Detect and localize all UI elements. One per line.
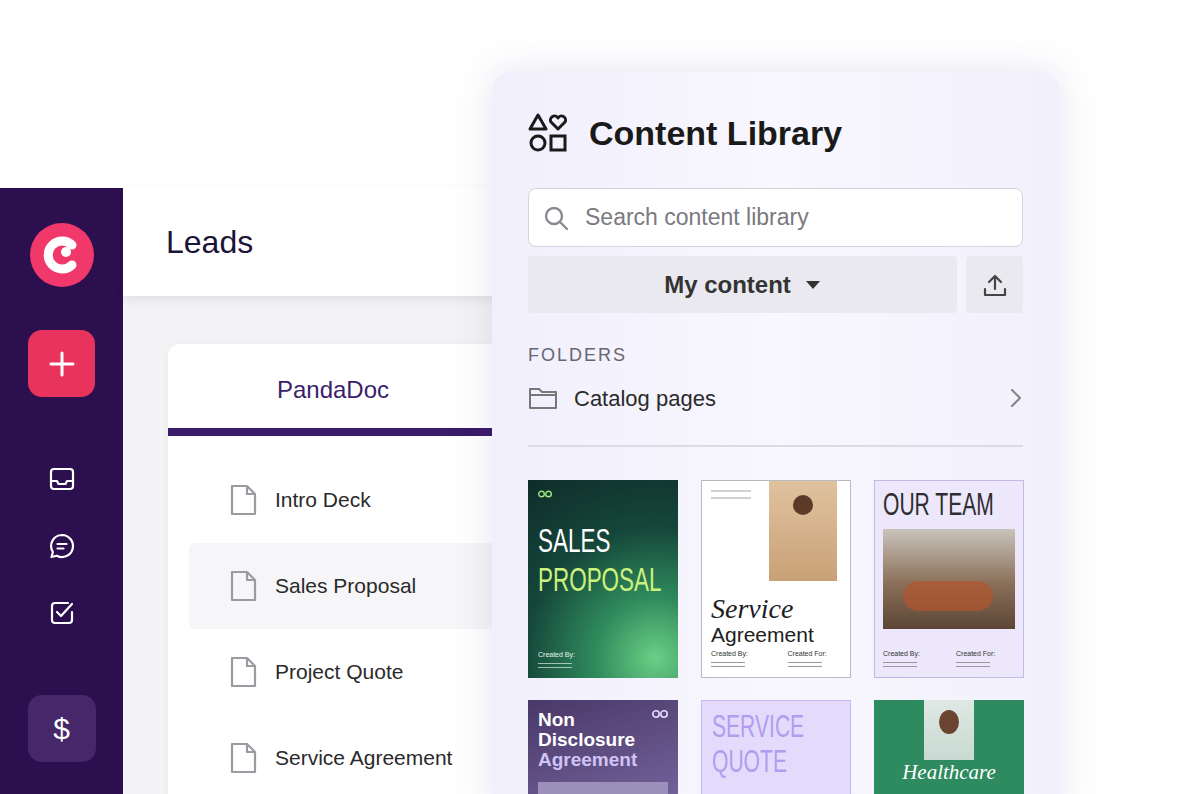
footer-label: Created By: (883, 650, 920, 657)
template-title: NonDisclosureAgreement (538, 710, 668, 770)
footer-field: Created By: (883, 650, 942, 667)
folders-heading: FOLDERS (528, 346, 1023, 364)
template-grid: SALESPROPOSALCreated By:ServiceAgreement… (528, 480, 1023, 794)
footer-field: Created By: (538, 651, 668, 668)
template-card[interactable]: SERVICE QUOTE (701, 700, 851, 794)
document-name: Service Agreement (275, 742, 452, 774)
template-card[interactable]: SALES PROPOSAL Created By: (528, 480, 678, 678)
footer-line (711, 666, 745, 667)
template-title: OUR TEAM (883, 489, 1015, 520)
template-title: SERVICE QUOTE (712, 711, 840, 777)
logo-icon (30, 223, 94, 287)
template-header (711, 481, 850, 581)
template-card[interactable]: OUR TEAM Created By: Created For: (874, 480, 1024, 678)
folder-icon (528, 386, 558, 410)
title-line: Non (538, 710, 668, 730)
template-title: ServiceAgreement (711, 595, 850, 645)
title-line: SERVICE (712, 711, 799, 742)
document-name: Project Quote (275, 656, 403, 688)
caret-down-icon (805, 280, 821, 290)
shapes-icon (528, 113, 568, 153)
panel-title: Content Library (589, 113, 842, 153)
chat-icon[interactable] (47, 531, 77, 561)
plus-icon (48, 350, 76, 378)
footer-label: Created For: (956, 650, 995, 657)
footer-line (883, 666, 917, 667)
deals-button[interactable]: $ (28, 695, 96, 762)
template-title: SALES PROPOSAL (538, 524, 668, 596)
create-button[interactable] (28, 330, 95, 397)
title-line: Service (711, 595, 850, 623)
panel-header: Content Library (528, 113, 1023, 153)
title-line: Agreement (538, 750, 668, 770)
photo (924, 700, 974, 760)
dropdown-label: My content (664, 267, 791, 303)
folder-name: Catalog pages (574, 382, 993, 415)
template-title: Healthcare (902, 762, 996, 783)
template-card[interactable]: Healthcare (874, 700, 1024, 794)
folder-row[interactable]: Catalog pages (528, 378, 1023, 418)
upload-icon (982, 272, 1008, 298)
inbox-icon[interactable] (47, 464, 77, 494)
footer-line (788, 666, 822, 667)
template-footer: Created By: Created For: (711, 650, 850, 667)
title-line: OUR TEAM (883, 489, 973, 520)
task-icon[interactable] (47, 598, 77, 628)
document-name: Intro Deck (275, 484, 371, 516)
title-line: SALES (538, 524, 626, 557)
footer-line (538, 663, 572, 664)
brand-mark-icon (538, 490, 552, 498)
title-line: Disclosure (538, 730, 668, 750)
app-sidebar: $ (0, 188, 123, 794)
document-icon (230, 742, 257, 774)
footer-line (956, 666, 990, 667)
photo (883, 529, 1015, 629)
search-icon (543, 205, 569, 231)
footer-field: Created By: (711, 650, 774, 667)
document-name: Sales Proposal (275, 570, 416, 602)
template-card[interactable]: ServiceAgreement Created By: Created For: (701, 480, 851, 678)
document-icon (230, 570, 257, 602)
header-lines (711, 481, 769, 581)
search-box (528, 188, 1023, 247)
title-line: Agreement (711, 624, 850, 645)
search-input[interactable] (583, 199, 1022, 236)
footer-line (538, 667, 572, 668)
footer-label: Created By: (711, 650, 748, 657)
chevron-right-icon (1009, 387, 1023, 409)
document-icon (230, 656, 257, 688)
brand-mark-icon (652, 710, 668, 718)
photo (769, 481, 837, 581)
page-title: Leads (166, 223, 253, 261)
footer-field: Created For: (788, 650, 851, 667)
footer-field: Created For: (956, 650, 1015, 667)
template-card[interactable]: NonDisclosureAgreement (528, 700, 678, 794)
document-icon (230, 484, 257, 516)
upload-button[interactable] (966, 256, 1023, 313)
title-line: Healthcare (902, 762, 996, 783)
footer-line (956, 662, 990, 663)
footer-line (711, 662, 745, 663)
template-footer: Created By: (538, 651, 668, 668)
photo (538, 782, 668, 794)
content-library-panel: Content Library My content FOLDERS Catalog … (492, 72, 1060, 794)
footer-line (883, 662, 917, 663)
title-line: PROPOSAL (538, 563, 626, 596)
footer-line (788, 662, 822, 663)
divider (528, 445, 1023, 447)
template-footer: Created By: Created For: (883, 650, 1015, 667)
title-line: QUOTE (712, 746, 799, 777)
tab-label: PandaDoc (277, 372, 389, 408)
content-filter-dropdown[interactable]: My content (528, 256, 957, 313)
filter-bar: My content (528, 256, 1023, 313)
footer-label: Created By: (538, 651, 575, 658)
tab[interactable]: PandaDoc (168, 344, 498, 436)
footer-label: Created For: (788, 650, 827, 657)
